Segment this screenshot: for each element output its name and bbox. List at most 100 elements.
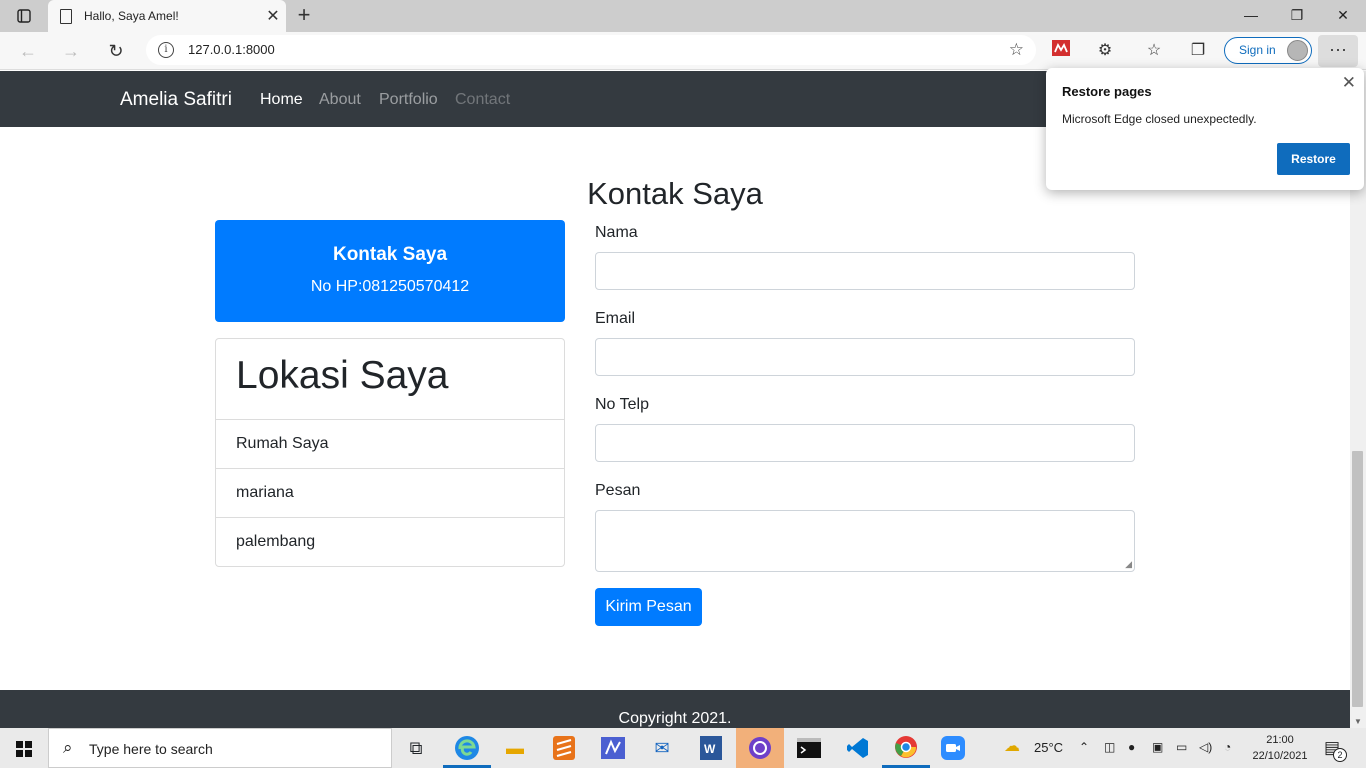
taskbar: ⌕ Type here to search ⧉ ▬ ✉ W ☁ 25°C ⌃ ◫… (0, 728, 1366, 768)
avatar (1287, 40, 1308, 61)
contact-card: Kontak Saya No HP:081250570412 (215, 220, 565, 322)
contact-phone: No HP:081250570412 (310, 278, 470, 295)
weather-temp[interactable]: 25°C (1034, 740, 1063, 755)
chrome-icon[interactable] (882, 728, 930, 768)
name-label: Nama (595, 224, 638, 241)
microphone-icon[interactable]: ● (1128, 740, 1135, 754)
nav-contact[interactable]: Contact (455, 91, 510, 109)
search-icon: ⌕ (63, 738, 73, 757)
location-item: mariana (216, 469, 564, 518)
navbar-brand[interactable]: Amelia Safitri (120, 89, 232, 111)
add-favorite-icon[interactable]: ☆ (1009, 40, 1024, 60)
task-view-icon[interactable]: ⧉ (392, 728, 440, 768)
github-desktop-icon[interactable] (736, 728, 784, 768)
wifi-icon[interactable]: ◔ (1224, 740, 1231, 754)
popup-message: Microsoft Edge closed unexpectedly. (1062, 112, 1257, 126)
site-info-icon[interactable]: i (158, 42, 174, 58)
file-explorer-icon[interactable]: ▬ (491, 728, 539, 768)
resize-grip-icon[interactable]: ◢ (1125, 559, 1132, 570)
extensions-icon[interactable]: ⚙ (1094, 40, 1116, 62)
refresh-icon[interactable]: ↻ (101, 36, 131, 66)
weather-icon[interactable]: ☁ (1004, 736, 1020, 756)
security-icon[interactable]: ▣ (1152, 740, 1163, 754)
mail-icon[interactable]: ✉ (638, 728, 686, 768)
svg-text:W: W (704, 742, 716, 756)
sublime-icon (553, 736, 575, 760)
browser-toolbar: ← → ↻ i 127.0.0.1:8000 ☆ ⚙ ☆ ❐ Sign in ·… (0, 32, 1366, 70)
nav-portfolio[interactable]: Portfolio (379, 91, 438, 109)
volume-icon[interactable]: ◁) (1199, 740, 1212, 754)
tab-actions-button[interactable] (0, 0, 48, 32)
nav-home[interactable]: Home (260, 91, 303, 109)
edge-app-icon[interactable] (443, 728, 491, 768)
battery-icon[interactable]: ▭ (1176, 740, 1187, 754)
cmd-icon (797, 738, 821, 758)
page-icon (60, 8, 72, 24)
chrome-logo-icon (895, 736, 917, 758)
tab-close-icon[interactable]: ✕ (260, 6, 286, 26)
location-item: palembang (236, 533, 316, 550)
email-label: Email (595, 310, 636, 327)
settings-more-button[interactable]: ··· (1318, 35, 1358, 67)
scrollbar-thumb[interactable] (1352, 451, 1363, 707)
message-textarea[interactable]: ◢ (595, 510, 1135, 572)
word-doc-icon: W (700, 736, 722, 760)
edge-icon (455, 736, 479, 760)
extension-icon[interactable] (1050, 40, 1072, 62)
clock-time: 21:00 (1266, 734, 1294, 746)
notification-badge: 2 (1333, 748, 1347, 762)
taskbar-clock[interactable]: 21:00 22/10/2021 (1248, 732, 1312, 764)
location-card: Lokasi Saya Rumah Saya mariana palembang (215, 338, 565, 567)
browser-tab[interactable]: Hallo, Saya Amel! ✕ (48, 0, 286, 32)
email-field[interactable] (595, 338, 1135, 376)
taskbar-search[interactable]: ⌕ Type here to search (48, 728, 392, 768)
phone-field[interactable] (595, 424, 1135, 462)
sign-in-label: Sign in (1239, 43, 1276, 57)
scroll-down-icon[interactable]: ▼ (1354, 717, 1362, 726)
location-item: Rumah Saya (216, 420, 564, 469)
github-icon (749, 737, 771, 759)
contact-card-title: Kontak Saya (332, 244, 448, 265)
submit-button[interactable]: Kirim Pesan (595, 588, 702, 626)
url-text[interactable]: 127.0.0.1:8000 (188, 42, 275, 57)
word-icon[interactable]: W (687, 728, 735, 768)
back-icon[interactable]: ← (13, 36, 43, 66)
vs-icon (601, 737, 625, 759)
address-bar[interactable]: i 127.0.0.1:8000 ☆ (146, 35, 1036, 65)
tray-chevron-icon[interactable]: ⌃ (1079, 740, 1089, 754)
red-extension-icon (1052, 40, 1070, 56)
name-field[interactable] (595, 252, 1135, 290)
meet-now-icon[interactable]: ◫ (1104, 740, 1115, 754)
maximize-button[interactable]: ❐ (1274, 0, 1320, 32)
popup-close-icon[interactable]: ✕ (1342, 73, 1356, 93)
message-label: Pesan (595, 482, 641, 499)
terminal-icon[interactable] (785, 728, 833, 768)
nav-about[interactable]: About (319, 91, 361, 109)
restore-button[interactable]: Restore (1277, 143, 1350, 175)
phone-label: No Telp (595, 396, 649, 413)
location-card-title: Lokasi Saya (216, 339, 564, 420)
sublime-text-icon[interactable] (540, 728, 588, 768)
forward-icon[interactable]: → (56, 36, 86, 66)
vscode-icon[interactable] (834, 728, 882, 768)
tab-title: Hallo, Saya Amel! (84, 9, 179, 23)
clock-date: 22/10/2021 (1252, 750, 1308, 762)
browser-tab-bar: Hallo, Saya Amel! ✕ + — ❐ ✕ (0, 0, 1366, 32)
popup-title: Restore pages (1062, 84, 1152, 99)
windows-start-icon[interactable] (16, 741, 32, 757)
vscode-logo-icon (847, 738, 868, 758)
search-placeholder: Type here to search (89, 741, 213, 757)
visual-studio-icon[interactable] (589, 728, 637, 768)
sign-in-button[interactable]: Sign in (1224, 37, 1312, 64)
zoom-icon[interactable] (929, 728, 977, 768)
window-close-button[interactable]: ✕ (1320, 0, 1366, 32)
tab-actions-icon (17, 9, 31, 23)
new-tab-button[interactable]: + (290, 2, 318, 30)
collections-icon[interactable]: ❐ (1187, 40, 1209, 62)
zoom-logo-icon (941, 736, 965, 760)
restore-pages-popup: Restore pages ✕ Microsoft Edge closed un… (1046, 68, 1364, 190)
favorites-icon[interactable]: ☆ (1143, 40, 1165, 62)
site-footer: Copyright 2021. (0, 690, 1350, 728)
minimize-button[interactable]: — (1228, 0, 1274, 32)
footer-copyright: Copyright 2021. (618, 710, 732, 727)
